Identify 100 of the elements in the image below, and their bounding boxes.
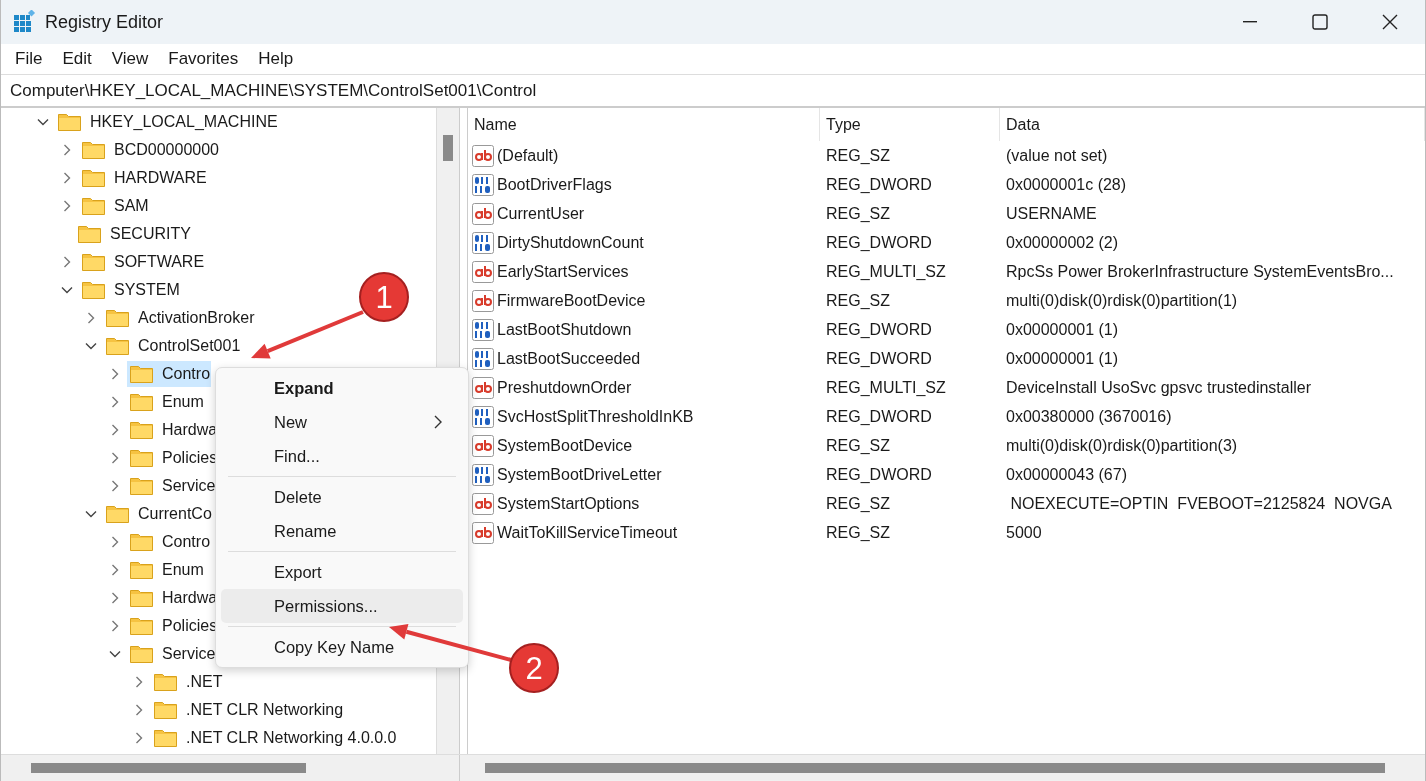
table-cell-text: REG_MULTI_SZ [825, 378, 947, 397]
folder-icon [130, 645, 153, 663]
string-value-icon [472, 376, 494, 399]
value-name[interactable]: (Default) [497, 146, 559, 165]
value-name[interactable]: LastBootSucceeded [497, 349, 641, 368]
value-name[interactable]: SystemBootDriveLetter [497, 465, 662, 484]
table-cell-text: REG_MULTI_SZ [825, 262, 947, 281]
folder-icon [106, 337, 129, 355]
column-header[interactable]: Name [468, 108, 820, 141]
column-header[interactable]: Type [820, 108, 1000, 141]
table-cell-text: REG_DWORD [825, 233, 933, 252]
menu-item[interactable]: File [5, 49, 53, 69]
folder-icon [130, 617, 153, 635]
folder-icon [82, 253, 105, 271]
table-cell-text: 0x00000043 (67) [1005, 465, 1128, 484]
table-cell-text: REG_SZ [825, 436, 891, 455]
tree-item[interactable]: HARDWARE [79, 165, 207, 191]
binary-value-icon [472, 463, 494, 486]
string-value-icon [472, 202, 494, 225]
tree-item[interactable]: SYSTEM [79, 277, 180, 303]
folder-icon [82, 197, 105, 215]
window-title: Registry Editor [45, 11, 164, 33]
step-badge: 1 [359, 272, 409, 322]
scroll-thumb[interactable] [443, 135, 453, 161]
menu-item[interactable]: Help [248, 49, 304, 69]
table-cell-text: REG_SZ [825, 291, 891, 310]
folder-icon [130, 449, 153, 467]
menu-item[interactable]: Rename [221, 514, 463, 548]
folder-icon [130, 421, 153, 439]
menu-item[interactable]: Favorites [158, 49, 249, 69]
tree-item[interactable]: BCD00000000 [79, 137, 219, 163]
scroll-thumb[interactable] [485, 763, 1385, 773]
scroll-thumb[interactable] [31, 763, 306, 773]
table-cell-text: REG_DWORD [825, 320, 933, 339]
menu-item[interactable]: Edit [52, 49, 102, 69]
close-icon[interactable] [1382, 14, 1398, 30]
menu-item[interactable]: View [101, 49, 159, 69]
folder-icon [154, 701, 177, 719]
folder-icon [154, 729, 177, 747]
table-cell-text: 0x00000001 (1) [1005, 349, 1120, 368]
tree-item[interactable]: ActivationBroker [103, 305, 255, 331]
tree-item[interactable]: .NET [151, 669, 223, 695]
menu-item[interactable]: Expand [221, 371, 463, 405]
maximize-icon[interactable] [1312, 14, 1328, 30]
value-name[interactable]: SvcHostSplitThresholdInKB [497, 407, 694, 426]
folder-icon [82, 141, 105, 159]
value-name[interactable]: PreshutdownOrder [497, 378, 632, 397]
table-cell-text: multi(0)disk(0)rdisk(0)partition(3) [1005, 436, 1239, 455]
value-name[interactable]: EarlyStartServices [497, 262, 629, 281]
value-name[interactable]: BootDriverFlags [497, 175, 612, 194]
tree-item[interactable]: ControlSet001 [103, 333, 241, 359]
tree-item[interactable]: CurrentCo [103, 501, 212, 527]
tree-item[interactable]: Contro [127, 529, 211, 555]
folder-icon [154, 673, 177, 691]
value-name[interactable]: DirtyShutdownCount [497, 233, 644, 252]
tree-item[interactable]: .NET CLR Networking [151, 697, 344, 723]
menu-item[interactable]: Copy Key Name [221, 630, 463, 664]
value-name[interactable]: FirmwareBootDevice [497, 291, 646, 310]
folder-icon [130, 561, 153, 579]
folder-icon [130, 393, 153, 411]
folder-icon [106, 505, 129, 523]
string-value-icon [472, 144, 494, 167]
table-cell-text: 0x00000002 (2) [1005, 233, 1120, 252]
menu-item[interactable]: Export [221, 555, 463, 589]
menu-item[interactable]: New [221, 405, 463, 439]
tree-item[interactable]: SAM [79, 193, 149, 219]
string-value-icon [472, 260, 494, 283]
string-value-icon [472, 289, 494, 312]
minimize-icon[interactable] [1243, 21, 1257, 23]
table-cell-text: (value not set) [1005, 146, 1109, 165]
value-name[interactable]: SystemStartOptions [497, 494, 640, 513]
tree-item[interactable]: Enum [127, 389, 204, 415]
tree-item[interactable]: Service [127, 473, 216, 499]
value-name[interactable]: CurrentUser [497, 204, 585, 223]
tree-item[interactable]: Policies [127, 613, 218, 639]
column-header[interactable]: Data [1000, 108, 1425, 141]
tree-item[interactable]: Policies [127, 445, 218, 471]
menu-item[interactable]: Delete [221, 480, 463, 514]
table-cell-text: USERNAME [1005, 204, 1098, 223]
tree-item[interactable]: Hardwa [127, 417, 218, 443]
tree-item[interactable]: .NET CLR Networking 4.0.0.0 [151, 725, 397, 751]
tree-item[interactable]: HKEY_LOCAL_MACHINE [55, 109, 278, 135]
tree-item[interactable]: Service [127, 641, 216, 667]
table-cell-text: 0x00380000 (3670016) [1005, 407, 1173, 426]
tree-item[interactable]: SECURITY [75, 221, 191, 247]
menu-item[interactable]: Permissions... [221, 589, 463, 623]
table-cell-text: REG_DWORD [825, 175, 933, 194]
tree-item[interactable]: SOFTWARE [79, 249, 205, 275]
value-name[interactable]: WaitToKillServiceTimeout [497, 523, 678, 542]
folder-icon [130, 365, 153, 383]
tree-item[interactable]: Hardwa [127, 585, 218, 611]
value-name[interactable]: LastBootShutdown [497, 320, 632, 339]
tree-item[interactable]: Enum [127, 557, 204, 583]
binary-value-icon [472, 318, 494, 341]
value-name[interactable]: SystemBootDevice [497, 436, 633, 455]
table-cell-text: REG_SZ [825, 523, 891, 542]
tree-item[interactable]: Contro [127, 361, 212, 387]
menu-item[interactable]: Find... [221, 439, 463, 473]
table-cell-text: 5000 [1005, 523, 1043, 542]
step-badge: 2 [509, 643, 559, 693]
